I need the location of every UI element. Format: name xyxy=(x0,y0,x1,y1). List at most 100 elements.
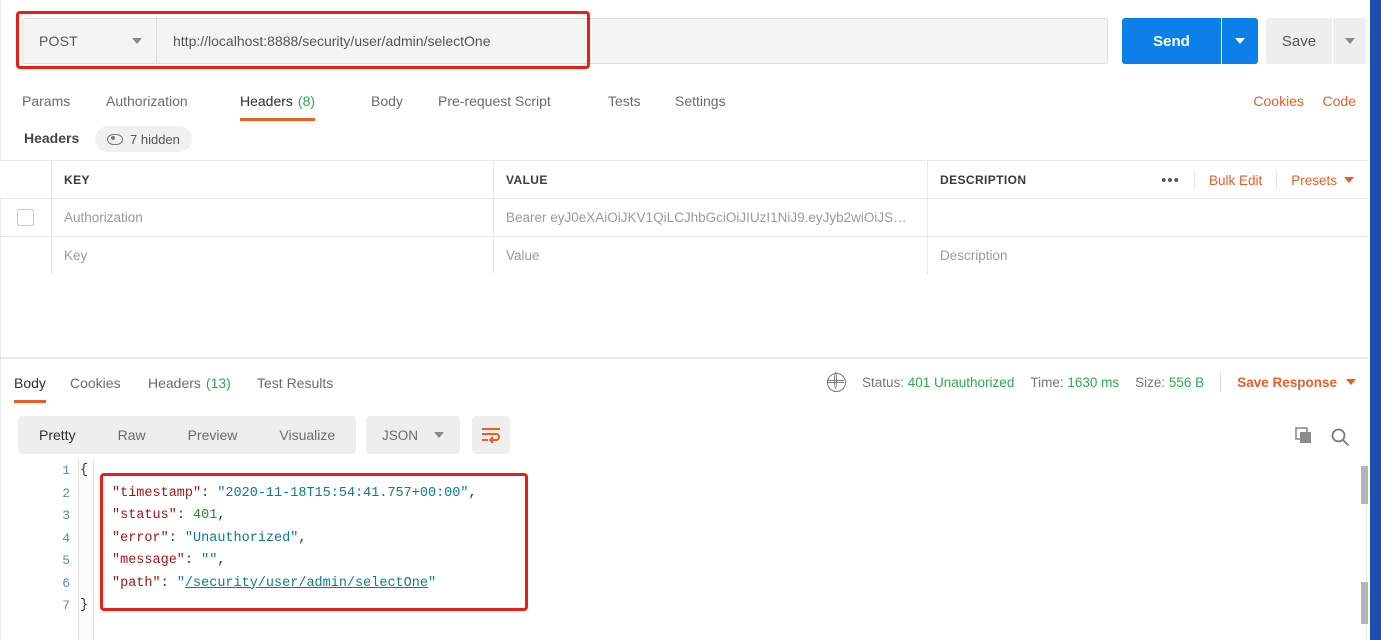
tab-headers[interactable]: Headers (8) xyxy=(240,80,316,121)
row-key-cell[interactable]: Key xyxy=(52,237,494,274)
table-row: Key Value Description xyxy=(0,236,1370,274)
response-tab-body[interactable]: Body xyxy=(14,362,46,403)
word-wrap-icon xyxy=(482,428,500,443)
code-token-str: " xyxy=(427,575,437,591)
active-tab-underline xyxy=(14,400,46,403)
code-token-punc: : xyxy=(160,575,177,591)
code-token-str: "2020-11-18T15:54:41.757+00:00" xyxy=(217,485,469,501)
tab-label: Cookies xyxy=(70,374,121,391)
request-url-row: POST http://localhost:8888/security/user… xyxy=(0,0,1370,74)
chevron-down-icon xyxy=(434,432,445,438)
view-mode-pretty[interactable]: Pretty xyxy=(18,416,97,454)
row-key-value: Authorization xyxy=(64,210,143,225)
response-tab-test-results[interactable]: Test Results xyxy=(257,362,333,403)
globe-icon xyxy=(826,372,846,392)
request-tabs: Params Authorization Headers (8) Body Pr… xyxy=(0,80,1370,121)
row-key-cell[interactable]: Authorization xyxy=(52,199,494,236)
view-mode-preview[interactable]: Preview xyxy=(167,416,259,454)
tab-authorization[interactable]: Authorization xyxy=(106,80,188,121)
response-tab-cookies[interactable]: Cookies xyxy=(70,362,121,403)
tab-body[interactable]: Body xyxy=(371,80,403,121)
line-number: 7 xyxy=(62,598,70,613)
request-url-input[interactable]: http://localhost:8888/security/user/admi… xyxy=(156,18,1108,64)
column-label-value: VALUE xyxy=(506,172,548,187)
save-options-button[interactable] xyxy=(1333,18,1366,64)
code-line: "message": "", xyxy=(80,550,477,573)
copy-button[interactable] xyxy=(1295,427,1315,452)
row-value-cell[interactable]: Value xyxy=(494,237,928,274)
code-token-str: "Unauthorized" xyxy=(184,530,299,546)
row-description-placeholder: Description xyxy=(940,248,1008,263)
response-format-label: JSON xyxy=(382,427,419,443)
view-mode-group: Pretty Raw Preview Visualize xyxy=(18,416,357,454)
json-code-content: {"timestamp": "2020-11-18T15:54:41.757+0… xyxy=(80,460,477,618)
cookies-link[interactable]: Cookies xyxy=(1253,80,1304,121)
row-checkbox[interactable] xyxy=(17,209,34,226)
code-line: "status": 401, xyxy=(80,505,477,528)
send-options-button[interactable] xyxy=(1222,18,1258,64)
code-token-punc: , xyxy=(217,553,226,568)
pane-splitter[interactable] xyxy=(0,357,1370,359)
tab-label: Test Results xyxy=(257,374,334,391)
row-description-cell[interactable]: Description xyxy=(928,237,1370,274)
response-body-viewer[interactable]: 1 2 3 4 5 6 7 {"timestamp": "2020-11-18T… xyxy=(0,460,1370,640)
tab-settings[interactable]: Settings xyxy=(675,80,726,121)
save-response-label: Save Response xyxy=(1237,374,1337,390)
chevron-down-icon xyxy=(1344,177,1354,183)
status-meta: Status: 401 Unauthorized xyxy=(862,375,1014,390)
headers-subheader: Headers 7 hidden xyxy=(0,124,1370,159)
chevron-down-icon xyxy=(1344,38,1355,44)
row-value-cell[interactable]: Bearer eyJ0eXAiOiJKV1QiLCJhbGciOiJIUzI1N… xyxy=(494,199,928,236)
tab-pre-request-script[interactable]: Pre-request Script xyxy=(438,80,551,121)
table-header-row: KEY VALUE DESCRIPTION ••• Bulk Edit Pres… xyxy=(0,160,1370,198)
search-button[interactable] xyxy=(1330,427,1350,452)
row-description-cell[interactable] xyxy=(928,199,1370,236)
active-tab-underline xyxy=(240,118,316,121)
response-meta: Status: 401 Unauthorized Time: 1630 ms S… xyxy=(826,362,1356,402)
chevron-down-icon xyxy=(132,38,142,44)
row-key-placeholder: Key xyxy=(64,248,88,263)
window-border-right xyxy=(1370,0,1381,640)
response-format-dropdown[interactable]: JSON xyxy=(366,416,461,454)
divider xyxy=(1220,372,1222,392)
hidden-headers-toggle[interactable]: 7 hidden xyxy=(95,126,192,152)
code-token-key: "message" xyxy=(112,553,185,568)
view-mode-visualize[interactable]: Visualize xyxy=(258,416,356,454)
search-icon xyxy=(1331,428,1350,447)
more-options-icon[interactable]: ••• xyxy=(1147,171,1195,189)
response-tab-headers[interactable]: Headers (13) xyxy=(148,362,231,403)
tab-tests[interactable]: Tests xyxy=(608,80,641,121)
row-value-text: Bearer eyJ0eXAiOiJKV1QiLCJhbGciOiJIUzI1N… xyxy=(506,210,907,225)
eye-icon xyxy=(107,133,123,145)
save-response-button[interactable]: Save Response xyxy=(1237,375,1356,390)
headers-section-title: Headers xyxy=(24,130,80,146)
send-button[interactable]: Send xyxy=(1122,18,1221,64)
header-cell-key: KEY xyxy=(52,161,494,198)
word-wrap-button[interactable] xyxy=(472,416,510,454)
line-number: 1 xyxy=(62,463,70,478)
response-toolbar: Pretty Raw Preview Visualize JSON xyxy=(0,410,1370,460)
code-token-key: "error" xyxy=(112,530,169,546)
status-value: 401 Unauthorized xyxy=(907,374,1015,390)
line-number: 4 xyxy=(62,530,70,546)
tab-params[interactable]: Params xyxy=(22,80,70,121)
tab-label: Settings xyxy=(675,92,726,109)
code-token-punc: } xyxy=(80,598,89,613)
time-value: 1630 ms xyxy=(1067,374,1120,390)
size-value: 556 B xyxy=(1168,374,1205,390)
response-tabs: Body Cookies Headers (13) Test Results S… xyxy=(0,362,1370,403)
view-mode-raw[interactable]: Raw xyxy=(97,416,167,454)
code-line: "timestamp": "2020-11-18T15:54:41.757+00… xyxy=(80,483,477,506)
line-number: 3 xyxy=(62,508,70,523)
bulk-edit-button[interactable]: Bulk Edit xyxy=(1195,171,1278,189)
code-token-link[interactable]: /security/user/admin/selectOne xyxy=(185,576,428,591)
tab-label: Headers xyxy=(240,92,293,109)
http-method-dropdown[interactable]: POST xyxy=(22,18,156,64)
presets-button[interactable]: Presets xyxy=(1277,173,1354,188)
code-link[interactable]: Code xyxy=(1323,80,1356,121)
time-meta: Time: 1630 ms xyxy=(1030,375,1119,390)
table-actions: ••• Bulk Edit Presets xyxy=(1147,161,1354,198)
save-button[interactable]: Save xyxy=(1266,18,1332,64)
tab-count: (8) xyxy=(297,92,316,109)
size-meta: Size: 556 B xyxy=(1135,375,1204,390)
